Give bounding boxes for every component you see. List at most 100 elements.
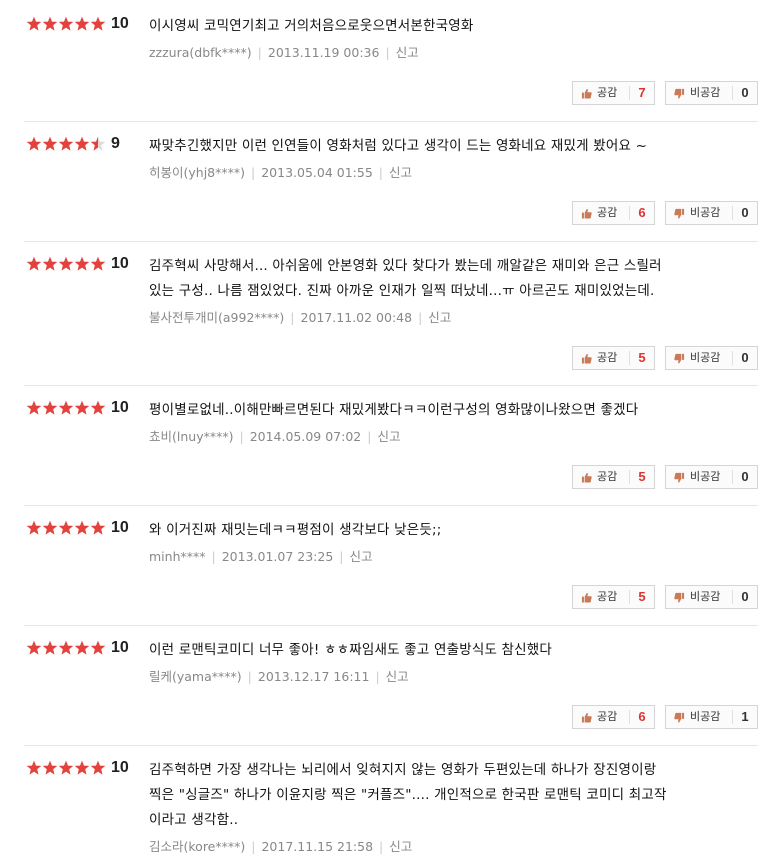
dislike-button[interactable]: 비공감 1 [665, 705, 758, 729]
review-text-line: 짜맞추긴했지만 이런 인연들이 영화처럼 있다고 생각이 드는 영화네요 재밌게… [149, 138, 648, 154]
review-item: 10 이런 로맨틱코미디 너무 좋아! ㅎㅎ짜임새도 좋고 연출방식도 참신했다 릴… [24, 638, 758, 746]
like-button[interactable]: 공감 6 [572, 201, 655, 225]
reviewer-id[interactable]: 김소라(kore****) [149, 839, 245, 854]
reviewer-id[interactable]: 히봉이(yhj8****) [149, 165, 245, 180]
review-item: 10 와 이거진짜 재밋는데ㅋㅋ평점이 생각보다 낮은듯;; minh**** | 20… [24, 518, 758, 626]
review-text-line: 이런 로맨틱코미디 너무 좋아! ㅎㅎ짜임새도 좋고 연출방식도 참신했다 [149, 642, 553, 658]
review-text: 김주혁씨 사망해서... 아쉬움에 안본영화 있다 찾다가 봤는데 깨알같은 재… [149, 254, 734, 304]
reviewer-id[interactable]: zzzura(dbfk****) [149, 45, 252, 60]
vote-buttons: 공감 5 비공감 0 [572, 346, 758, 370]
report-link[interactable]: 신고 [396, 45, 419, 60]
dislike-count: 0 [741, 469, 749, 484]
like-count: 6 [638, 205, 646, 220]
star-icon [58, 136, 74, 151]
star-icon [42, 16, 58, 31]
dislike-button[interactable]: 비공감 0 [665, 465, 758, 489]
meta-divider: | [251, 165, 256, 180]
like-button[interactable]: 공감 7 [572, 81, 655, 105]
meta-divider: | [378, 165, 384, 180]
star-icon [90, 256, 106, 271]
review-date: 2017.11.15 21:58 [261, 839, 374, 854]
star-icon [58, 640, 74, 655]
star-icon [26, 640, 42, 655]
like-button[interactable]: 공감 6 [572, 705, 655, 729]
thumbs-down-icon [674, 472, 685, 483]
dislike-count: 1 [741, 709, 749, 724]
review-text-line: 찍은 "싱글즈" 하나가 이윤지랑 찍은 "커플즈".... 개인적으로 한국판… [149, 787, 667, 803]
report-link[interactable]: 신고 [389, 165, 412, 180]
report-link[interactable]: 신고 [350, 549, 373, 564]
dislike-count: 0 [741, 589, 749, 604]
review-text-line: 와 이거진짜 재밋는데ㅋㅋ평점이 생각보다 낮은듯;; [149, 522, 442, 538]
rating-score: 10 [111, 255, 129, 272]
like-button[interactable]: 공감 5 [572, 465, 655, 489]
review-meta: 쵸비(lnuy****) | 2014.05.09 07:02 | 신고 [149, 429, 401, 445]
star-icon [74, 256, 90, 271]
thumbs-down-icon [674, 208, 685, 219]
thumbs-down-icon [674, 712, 685, 723]
review-text: 와 이거진짜 재밋는데ㅋㅋ평점이 생각보다 낮은듯;; [149, 518, 734, 543]
dislike-button[interactable]: 비공감 0 [665, 201, 758, 225]
like-button[interactable]: 공감 5 [572, 346, 655, 370]
dislike-label: 비공감 [690, 710, 721, 723]
thumbs-up-icon [581, 712, 592, 723]
review-date: 2013.01.07 23:25 [221, 549, 334, 564]
star-rating [26, 136, 106, 151]
dislike-button[interactable]: 비공감 0 [665, 585, 758, 609]
rating-score: 10 [111, 15, 129, 32]
vote-buttons: 공감 6 비공감 0 [572, 201, 758, 225]
report-link[interactable]: 신고 [428, 310, 451, 325]
star-icon [74, 760, 90, 775]
report-link[interactable]: 신고 [389, 839, 412, 854]
like-count: 7 [638, 85, 646, 100]
star-icon [90, 760, 106, 775]
review-item: 9 짜맞추긴했지만 이런 인연들이 영화처럼 있다고 생각이 드는 영화네요 재밌… [24, 134, 758, 242]
review-text-line: 이라고 생각함.. [149, 812, 239, 828]
star-icon [42, 256, 58, 271]
review-meta: 불사전투개미(a992****) | 2017.11.02 00:48 | 신고 [149, 310, 451, 326]
like-label: 공감 [597, 206, 618, 219]
star-icon [90, 400, 106, 415]
review-text-line: 평이별로없네..이해만빠르면된다 재밌게봤다ㅋㅋ이런구성의 영화많이나왔으면 좋… [149, 402, 639, 418]
rating-score: 10 [111, 759, 129, 776]
star-icon [26, 400, 42, 415]
review-date: 2013.05.04 01:55 [261, 165, 373, 180]
star-icon [26, 520, 42, 535]
review-meta: 히봉이(yhj8****) | 2013.05.04 01:55 | 신고 [149, 165, 412, 181]
report-link[interactable]: 신고 [386, 669, 409, 684]
reviewer-id[interactable]: 불사전투개미(a992****) [149, 310, 284, 325]
dislike-button[interactable]: 비공감 0 [665, 346, 758, 370]
review-text: 짜맞추긴했지만 이런 인연들이 영화처럼 있다고 생각이 드는 영화네요 재밌게… [149, 134, 734, 159]
reviewer-id[interactable]: minh**** [149, 549, 206, 564]
star-icon [74, 16, 90, 31]
vote-buttons: 공감 5 비공감 0 [572, 585, 758, 609]
review-text-line: 김주혁씨 사망해서... 아쉬움에 안본영화 있다 찾다가 봤는데 깨알같은 재… [149, 258, 662, 274]
dislike-button[interactable]: 비공감 0 [665, 81, 758, 105]
thumbs-up-icon [581, 88, 592, 99]
star-icon [74, 520, 90, 535]
reviewer-id[interactable]: 쵸비(lnuy****) [149, 429, 233, 444]
review-item: 10 평이별로없네..이해만빠르면된다 재밌게봤다ㅋㅋ이런구성의 영화많이나왔으면… [24, 398, 758, 506]
star-icon [58, 760, 74, 775]
star-icon [74, 640, 90, 655]
meta-divider: | [379, 839, 384, 854]
review-meta: 릴케(yama****) | 2013.12.17 16:11 | 신고 [149, 669, 409, 685]
star-rating [26, 760, 106, 775]
review-item: 10 이시영씨 코믹연기최고 거의처음으로웃으면서본한국영화 zzzura(dbfk… [24, 14, 758, 122]
star-rating [26, 16, 106, 31]
report-link[interactable]: 신고 [377, 429, 400, 444]
rating-score: 10 [111, 399, 129, 416]
star-icon [42, 520, 58, 535]
like-button[interactable]: 공감 5 [572, 585, 655, 609]
reviewer-id[interactable]: 릴케(yama****) [149, 669, 242, 684]
review-text: 평이별로없네..이해만빠르면된다 재밌게봤다ㅋㅋ이런구성의 영화많이나왔으면 좋… [149, 398, 734, 423]
vote-buttons: 공감 5 비공감 0 [572, 465, 758, 489]
meta-divider: | [367, 429, 372, 444]
thumbs-down-icon [674, 88, 685, 99]
star-icon [26, 760, 42, 775]
review-list: 10 이시영씨 코믹연기최고 거의처음으로웃으면서본한국영화 zzzura(dbfk… [0, 0, 776, 866]
review-meta: zzzura(dbfk****) | 2013.11.19 00:36 | 신고 [149, 45, 419, 61]
thumbs-up-icon [581, 472, 592, 483]
like-label: 공감 [597, 351, 618, 364]
star-rating [26, 256, 106, 271]
